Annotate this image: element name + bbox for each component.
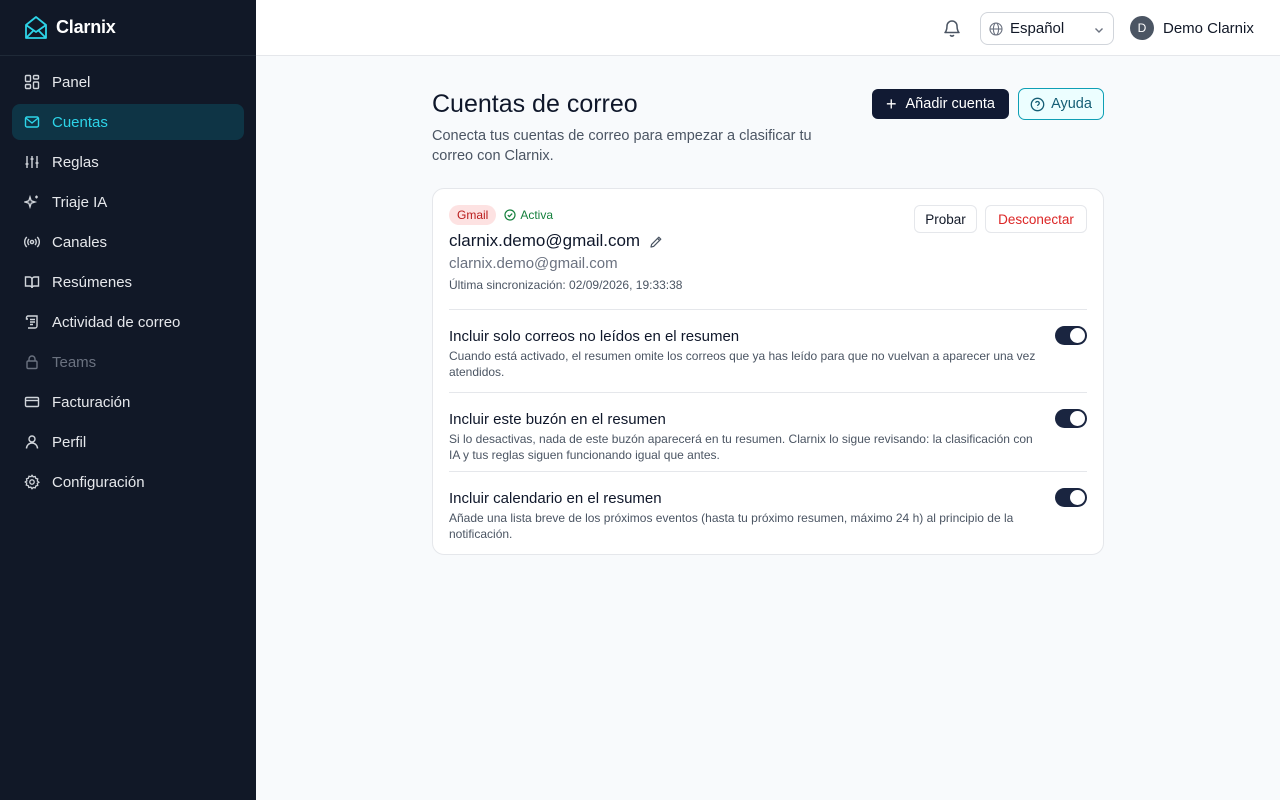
setting-unread-only: Incluir solo correos no leídos en el res…	[449, 309, 1087, 393]
setting-description: Añade una lista breve de los próximos ev…	[449, 511, 1014, 541]
add-account-label: Añadir cuenta	[905, 96, 995, 112]
sidebar-item-perfil[interactable]: Perfil	[12, 424, 244, 460]
scroll-icon	[24, 314, 40, 330]
brand[interactable]: Clarnix	[0, 0, 256, 56]
sidebar-nav: Panel Cuentas Reglas Triaje IA Canales R…	[0, 56, 256, 512]
sidebar-item-canales[interactable]: Canales	[12, 224, 244, 260]
setting-title: Incluir calendario en el resumen	[449, 490, 662, 507]
grid-icon	[24, 74, 40, 90]
status-badge: Activa	[504, 208, 553, 222]
check-circle-icon	[504, 209, 516, 221]
test-button[interactable]: Probar	[914, 205, 977, 233]
page-subtitle: Conecta tus cuentas de correo para empez…	[432, 128, 812, 164]
unread-only-toggle[interactable]	[1055, 326, 1087, 345]
user-name: Demo Clarnix	[1163, 19, 1254, 37]
user-menu[interactable]: D Demo Clarnix	[1130, 16, 1254, 40]
envelope-logo-icon	[24, 15, 48, 41]
sparkles-icon	[24, 194, 40, 210]
chevron-down-icon	[1093, 23, 1105, 35]
sidebar-item-reglas[interactable]: Reglas	[12, 144, 244, 180]
sidebar-item-teams: Teams	[12, 344, 244, 380]
sidebar-item-actividad[interactable]: Actividad de correo	[12, 304, 244, 340]
account-badges: Gmail Activa	[449, 205, 553, 225]
mail-icon	[24, 114, 40, 130]
setting-title: Incluir solo correos no leídos en el res…	[449, 328, 740, 345]
setting-description: Cuando está activado, el resumen omite l…	[449, 349, 1036, 379]
add-account-button[interactable]: + Añadir cuenta	[872, 89, 1009, 119]
setting-include-calendar: Incluir calendario en el resumen Añade u…	[449, 471, 1087, 551]
account-name-text: clarnix.demo@gmail.com	[449, 231, 641, 250]
main-content: Cuentas de correo Conecta tus cuentas de…	[432, 88, 1104, 555]
help-label: Ayuda	[1051, 96, 1092, 112]
sidebar-item-facturacion[interactable]: Facturación	[12, 384, 244, 420]
language-select[interactable]: Español	[980, 12, 1114, 45]
toggle-knob	[1070, 328, 1085, 343]
toggle-knob	[1070, 490, 1085, 505]
setting-description: Si lo desactivas, nada de este buzón apa…	[449, 432, 1033, 462]
disconnect-button[interactable]: Desconectar	[985, 205, 1087, 233]
avatar: D	[1130, 16, 1154, 40]
book-icon	[24, 274, 40, 290]
broadcast-icon	[24, 234, 40, 250]
sidebar-item-label: Resúmenes	[52, 273, 133, 291]
sidebar-item-label: Canales	[52, 233, 108, 251]
sidebar-item-label: Actividad de correo	[52, 313, 181, 331]
globe-icon	[989, 21, 1003, 36]
last-sync-text: Última sincronización: 02/09/2026, 19:33…	[449, 278, 683, 292]
sidebar-item-label: Cuentas	[52, 113, 108, 131]
include-calendar-toggle[interactable]	[1055, 488, 1087, 507]
include-mailbox-toggle[interactable]	[1055, 409, 1087, 428]
top-bar: Español D Demo Clarnix	[256, 0, 1280, 56]
sidebar-item-label: Reglas	[52, 153, 99, 171]
help-button[interactable]: Ayuda	[1018, 88, 1104, 120]
toggle-knob	[1070, 411, 1085, 426]
credit-card-icon	[24, 394, 40, 410]
setting-title: Incluir este buzón en el resumen	[449, 411, 666, 428]
bell-icon[interactable]	[942, 18, 962, 38]
pencil-icon[interactable]	[649, 234, 663, 248]
sidebar-item-label: Teams	[52, 353, 97, 371]
sidebar-item-configuracion[interactable]: Configuración	[12, 464, 244, 500]
gear-icon	[24, 474, 40, 490]
sliders-icon	[24, 154, 40, 170]
sidebar-item-cuentas[interactable]: Cuentas	[12, 104, 244, 140]
account-email: clarnix.demo@gmail.com	[449, 255, 618, 272]
setting-include-mailbox: Incluir este buzón en el resumen Si lo d…	[449, 392, 1087, 472]
sidebar-item-label: Perfil	[52, 433, 87, 451]
sidebar-item-resumenes[interactable]: Resúmenes	[12, 264, 244, 300]
plus-icon: +	[886, 94, 897, 114]
app-name: Clarnix	[56, 17, 116, 37]
sidebar-item-panel[interactable]: Panel	[12, 64, 244, 100]
question-circle-icon	[1030, 97, 1045, 112]
sidebar-item-triaje-ia[interactable]: Triaje IA	[12, 184, 244, 220]
sidebar-item-label: Facturación	[52, 393, 131, 411]
account-display-name: clarnix.demo@gmail.com	[449, 231, 663, 251]
status-text: Activa	[520, 208, 554, 222]
user-icon	[24, 434, 40, 450]
sidebar-item-label: Configuración	[52, 473, 145, 491]
sidebar: Clarnix Panel Cuentas Reglas Triaje IA C…	[0, 0, 256, 800]
sidebar-item-label: Panel	[52, 73, 91, 91]
lock-icon	[24, 354, 40, 370]
provider-badge: Gmail	[449, 205, 497, 225]
sidebar-item-label: Triaje IA	[52, 193, 108, 211]
account-card: Gmail Activa clarnix.demo@gmail.com clar…	[432, 188, 1104, 555]
language-value: Español	[1010, 20, 1065, 37]
